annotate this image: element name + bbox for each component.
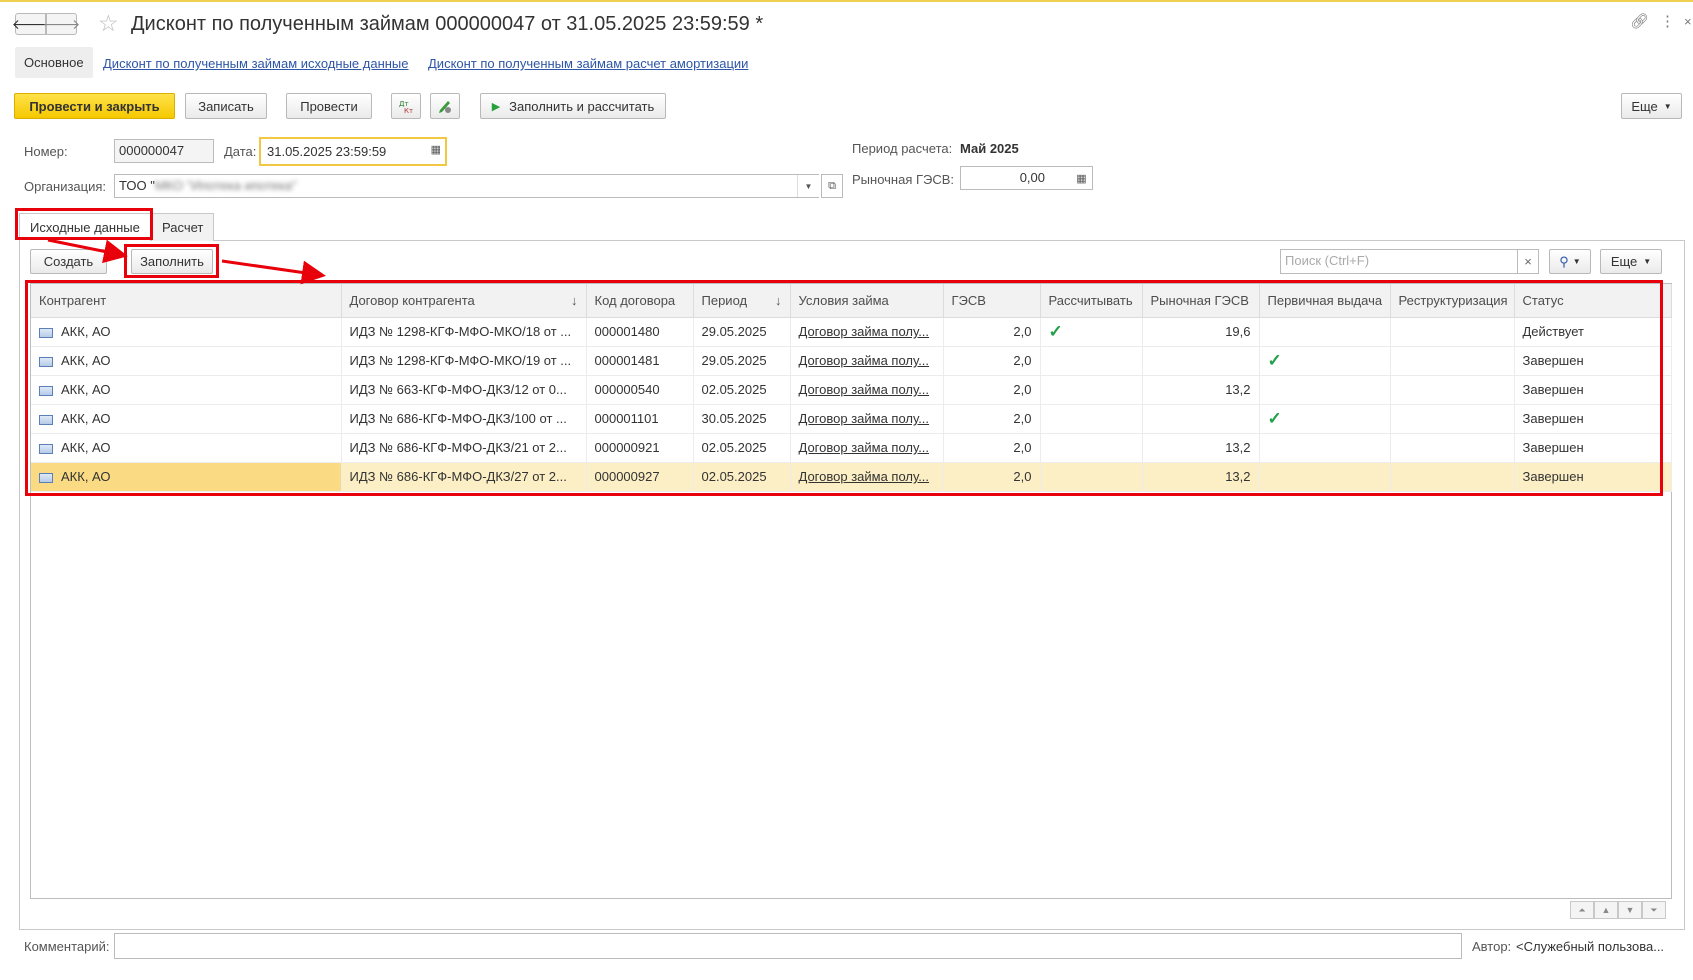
- more-vertical-icon[interactable]: ⋮: [1660, 12, 1675, 32]
- scroll-top-icon[interactable]: ⏶: [1570, 901, 1594, 919]
- market-gesv-field[interactable]: 0,00: [960, 166, 1072, 190]
- scroll-down-icon[interactable]: ▼: [1618, 901, 1642, 919]
- more-label: Еще: [1631, 98, 1658, 114]
- post-button[interactable]: Провести: [286, 93, 372, 119]
- organization-label: Организация:: [24, 179, 107, 194]
- link-icon[interactable]: 🔗︎: [1630, 12, 1649, 32]
- open-organization-icon[interactable]: ⧉: [821, 174, 843, 198]
- annotation-box-source-tab: [15, 208, 153, 240]
- organization-field[interactable]: ТОО "МКО "Ипотека ипотека": [114, 174, 819, 198]
- market-gesv-label: Рыночная ГЭСВ:: [852, 172, 955, 187]
- market-gesv-value: 0,00: [1019, 170, 1045, 185]
- organization-value-hidden: МКО "Ипотека ипотека": [154, 178, 297, 193]
- table-more-label: Еще: [1610, 254, 1638, 269]
- table-more-button[interactable]: Еще ▼: [1600, 249, 1662, 274]
- annotation-box-fill-button: [124, 244, 219, 278]
- debit-credit-icon[interactable]: Дт Кт: [391, 93, 421, 119]
- post-and-close-button[interactable]: Провести и закрыть: [14, 93, 175, 119]
- period-value: Май 2025: [960, 141, 1019, 156]
- annotation-box-table: [25, 280, 1663, 496]
- search-placeholder: Поиск (Ctrl+F): [1285, 253, 1370, 268]
- author-value[interactable]: <Служебный пользова...: [1516, 939, 1664, 954]
- clear-search-icon[interactable]: ×: [1518, 249, 1539, 274]
- back-button[interactable]: 🡐: [12, 13, 49, 35]
- forward-button[interactable]: 🡒: [43, 13, 80, 35]
- organization-value: ТОО ": [119, 178, 155, 193]
- link-amortization[interactable]: Дисконт по полученным займам расчет амор…: [428, 56, 748, 71]
- arrow-right-icon: 🡒: [42, 15, 81, 32]
- page-title: Дисконт по полученным займам 000000047 о…: [131, 13, 764, 35]
- date-field[interactable]: 31.05.2025 23:59:59 ▦: [259, 137, 447, 166]
- number-label: Номер:: [24, 144, 68, 159]
- date-label: Дата:: [224, 144, 257, 159]
- comment-field[interactable]: [114, 933, 1462, 959]
- chevron-down-icon: ▼: [1663, 101, 1672, 111]
- number-field[interactable]: 000000047: [114, 139, 214, 163]
- scroll-up-icon[interactable]: ▲: [1594, 901, 1618, 919]
- chevron-down-icon: ▼: [1643, 257, 1652, 266]
- calendar-icon[interactable]: ▦: [431, 143, 441, 156]
- tab-calculation[interactable]: Расчет: [151, 213, 215, 241]
- comment-label: Комментарий:: [24, 939, 110, 954]
- chevron-down-icon: ▼: [1572, 257, 1581, 266]
- window-top-border: [0, 0, 1693, 2]
- fill-and-calculate-label: Заполнить и рассчитать: [509, 98, 655, 114]
- search-input[interactable]: Поиск (Ctrl+F): [1280, 249, 1518, 274]
- date-value: 31.05.2025 23:59:59: [267, 144, 387, 159]
- search-icon: ⚲: [1559, 253, 1569, 269]
- edit-document-icon[interactable]: [430, 93, 460, 119]
- organization-dropdown-icon[interactable]: ▼: [797, 175, 819, 197]
- period-label: Период расчета:: [852, 141, 953, 156]
- close-icon[interactable]: ×: [1684, 12, 1692, 32]
- author-label: Автор:: [1472, 939, 1512, 954]
- more-button[interactable]: Еще ▼: [1621, 93, 1682, 119]
- create-button[interactable]: Создать: [30, 249, 107, 274]
- calculator-icon[interactable]: ▦: [1071, 166, 1093, 190]
- svg-text:Кт: Кт: [404, 107, 413, 114]
- tab-main[interactable]: Основное: [15, 47, 93, 78]
- search-button[interactable]: ⚲ ▼: [1549, 249, 1591, 274]
- fill-and-calculate-button[interactable]: ▶ Заполнить и рассчитать: [480, 93, 666, 119]
- favorite-star-icon[interactable]: ☆: [98, 10, 119, 36]
- link-source-data[interactable]: Дисконт по полученным займам исходные да…: [103, 56, 409, 71]
- play-icon: ▶: [491, 100, 501, 113]
- scroll-bottom-icon[interactable]: ⏷: [1642, 901, 1666, 919]
- save-button[interactable]: Записать: [185, 93, 267, 119]
